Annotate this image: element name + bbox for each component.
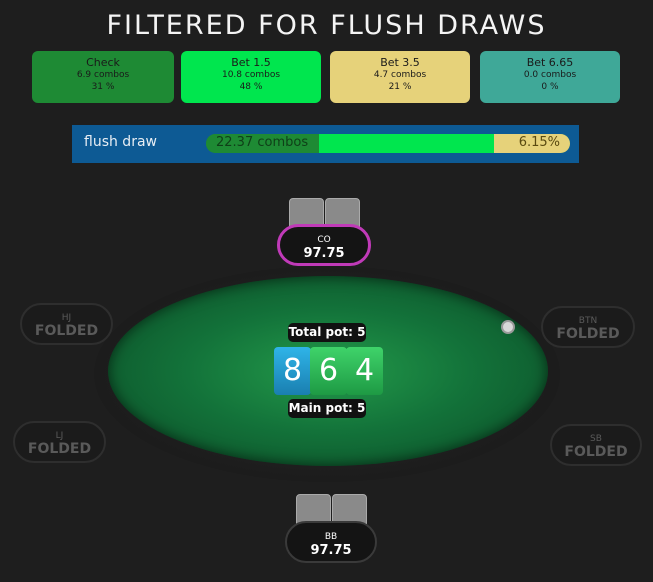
- action-name: Check: [86, 56, 120, 69]
- seat-co[interactable]: CO 97.75: [277, 224, 371, 266]
- filter-label: flush draw: [84, 134, 157, 150]
- seat-stack: 97.75: [303, 246, 345, 261]
- page-title: FILTERED FOR FLUSH DRAWS: [106, 10, 547, 41]
- board-card: 8: [274, 347, 311, 395]
- action-name: Bet 3.5: [380, 56, 420, 69]
- action-bet-6-65-button[interactable]: Bet 6.65 0.0 combos 0 %: [480, 51, 620, 103]
- seat-hj[interactable]: HJ FOLDED: [20, 303, 113, 345]
- action-combos: 6.9 combos: [76, 70, 130, 80]
- filter-percent: 6.15%: [518, 135, 560, 150]
- action-name: Bet 6.65: [526, 56, 574, 69]
- filter-row[interactable]: flush draw 22.37 combos 6.15%: [72, 125, 579, 163]
- seat-btn[interactable]: BTN FOLDED: [541, 306, 635, 348]
- action-check-button[interactable]: Check 6.9 combos 31 %: [32, 51, 174, 103]
- action-percent: 21 %: [388, 82, 412, 92]
- filter-strategy-bar: 22.37 combos 6.15%: [206, 134, 570, 153]
- board-card: 6: [310, 347, 347, 395]
- seat-status: FOLDED: [564, 444, 628, 460]
- dealer-button-icon: [501, 320, 515, 334]
- action-bet-1-5-button[interactable]: Bet 1.5 10.8 combos 48 %: [181, 51, 321, 103]
- board-card: 4: [346, 347, 383, 395]
- hole-card: [332, 494, 367, 524]
- action-percent: 31 %: [91, 82, 115, 92]
- action-combos: 10.8 combos: [221, 70, 281, 80]
- action-combos: 4.7 combos: [373, 70, 427, 80]
- seat-lj[interactable]: LJ FOLDED: [13, 421, 106, 463]
- bar-segment-bet-1-5: [319, 134, 494, 153]
- seat-status: FOLDED: [27, 441, 92, 457]
- action-bet-3-5-button[interactable]: Bet 3.5 4.7 combos 21 %: [330, 51, 470, 103]
- main-pot: Main pot: 5: [288, 399, 366, 418]
- action-percent: 48 %: [239, 82, 263, 92]
- seat-sb[interactable]: SB FOLDED: [550, 424, 642, 466]
- action-name: Bet 1.5: [231, 56, 271, 69]
- hole-card: [296, 494, 331, 524]
- filter-combos: 22.37 combos: [216, 135, 309, 150]
- action-percent: 0 %: [541, 82, 559, 92]
- action-combos: 0.0 combos: [523, 70, 577, 80]
- seat-status: FOLDED: [556, 326, 620, 342]
- total-pot: Total pot: 5: [288, 323, 366, 342]
- seat-stack: 97.75: [310, 543, 352, 558]
- seat-bb[interactable]: BB 97.75: [285, 521, 377, 563]
- seat-status: FOLDED: [34, 323, 99, 339]
